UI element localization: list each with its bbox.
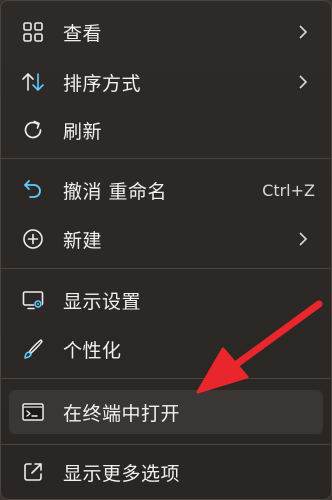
add-circle-icon [21,227,45,251]
menu-item-label: 个性化 [63,339,122,362]
menu-item-display-settings[interactable]: 显示设置 [9,278,323,322]
menu-item-label: 撤消 重命名 [63,180,168,203]
menu-item-undo-rename[interactable]: 撤消 重命名 Ctrl+Z [9,168,323,212]
context-menu: 查看 排序方式 刷新 撤消 重命名 Ctrl+Z 新建 显示设置 个性化 在终端… [0,0,332,500]
undo-icon [21,178,45,202]
menu-item-view[interactable]: 查看 [9,10,323,54]
menu-divider [1,158,331,159]
menu-item-label: 显示更多选项 [63,462,181,485]
menu-item-open-in-terminal[interactable]: 在终端中打开 [9,390,323,434]
menu-item-label: 排序方式 [63,72,142,95]
menu-item-label: 显示设置 [63,290,142,313]
grid-icon [21,20,45,44]
menu-item-label: 新建 [63,229,103,252]
menu-divider [1,378,331,379]
menu-item-label: 查看 [63,22,103,45]
chevron-right-icon [299,75,308,89]
refresh-icon [21,118,45,142]
sort-icon [21,70,45,94]
menu-item-sort-by[interactable]: 排序方式 [9,60,323,104]
terminal-icon [21,400,45,424]
shortcut-label: Ctrl+Z [262,180,315,200]
menu-item-label: 在终端中打开 [63,402,181,425]
menu-item-personalize[interactable]: 个性化 [9,327,323,371]
chevron-right-icon [299,232,308,246]
menu-item-refresh[interactable]: 刷新 [9,108,323,152]
menu-item-new[interactable]: 新建 [9,217,323,261]
share-icon [21,460,45,484]
menu-divider [1,444,331,445]
chevron-right-icon [299,25,308,39]
menu-divider [1,268,331,269]
display-settings-icon [21,288,45,312]
menu-item-label: 刷新 [63,120,103,143]
brush-icon [21,337,45,361]
menu-item-show-more-options[interactable]: 显示更多选项 [9,450,323,494]
